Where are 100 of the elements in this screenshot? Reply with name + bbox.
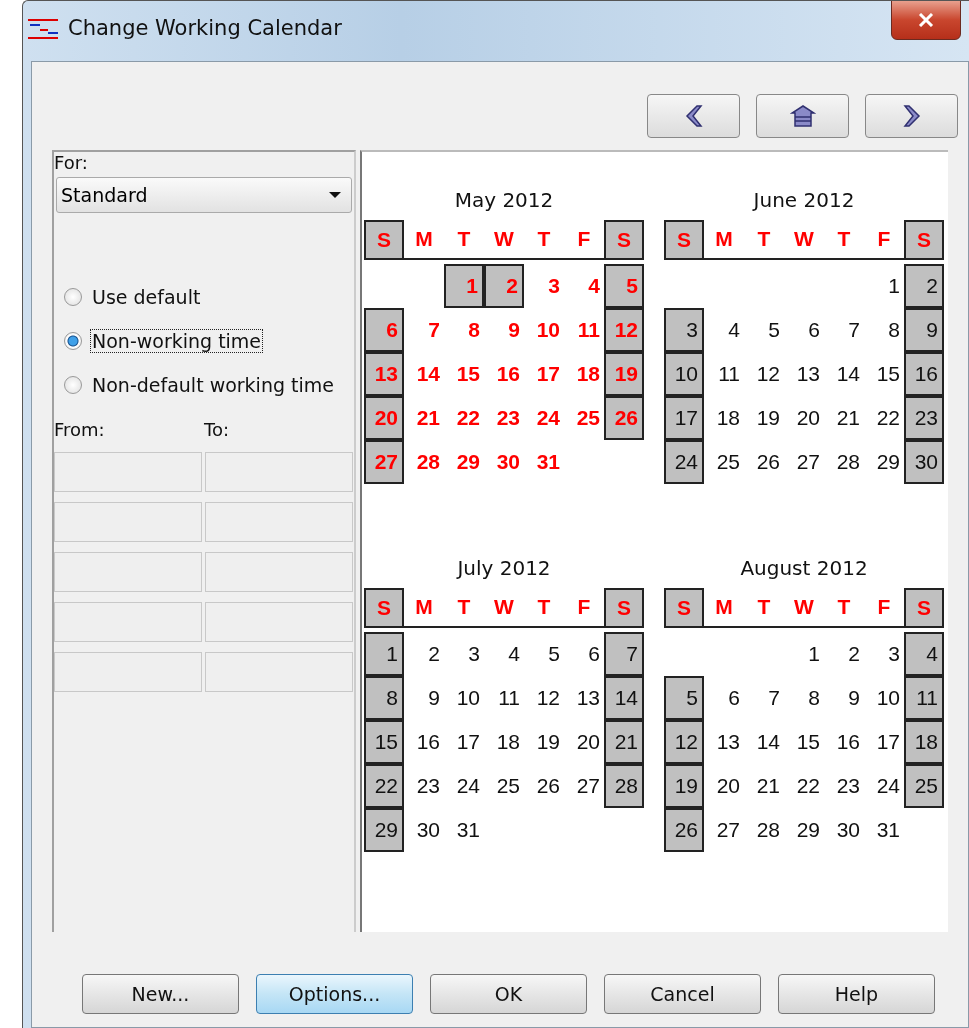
calendar-day[interactable]: 20 [564, 720, 604, 764]
calendar-day[interactable]: 25 [704, 440, 744, 484]
calendar-day[interactable]: 7 [824, 308, 864, 352]
calendar-day[interactable]: 28 [604, 764, 644, 808]
calendar-day[interactable]: 2 [904, 264, 944, 308]
calendar-day[interactable]: 21 [404, 396, 444, 440]
calendar-day[interactable]: 5 [664, 676, 704, 720]
calendar-day[interactable]: 12 [744, 352, 784, 396]
next-button[interactable] [865, 94, 958, 138]
calendar-day[interactable]: 2 [404, 632, 444, 676]
calendar-day[interactable]: 29 [784, 808, 824, 852]
calendar-day[interactable]: 3 [864, 632, 904, 676]
calendar-day[interactable]: 18 [484, 720, 524, 764]
home-button[interactable] [756, 94, 849, 138]
calendar-day[interactable]: 24 [524, 396, 564, 440]
calendar-day[interactable]: 14 [604, 676, 644, 720]
calendar-day[interactable]: 25 [564, 396, 604, 440]
calendar-day[interactable]: 17 [864, 720, 904, 764]
radio-label[interactable]: Non-default working time [90, 373, 336, 397]
calendar-day[interactable]: 21 [744, 764, 784, 808]
calendar-day[interactable]: 29 [364, 808, 404, 852]
calendar-day[interactable]: 11 [564, 308, 604, 352]
calendar-day[interactable]: 10 [524, 308, 564, 352]
calendar-day[interactable]: 3 [664, 308, 704, 352]
calendar-day[interactable]: 10 [664, 352, 704, 396]
radio-button[interactable] [64, 332, 82, 350]
calendar-day[interactable]: 17 [524, 352, 564, 396]
calendar-day[interactable]: 4 [904, 632, 944, 676]
calendar-day[interactable]: 19 [744, 396, 784, 440]
calendar-day[interactable]: 2 [824, 632, 864, 676]
calendar-day[interactable]: 13 [784, 352, 824, 396]
dialog-button[interactable]: Cancel [604, 974, 761, 1014]
calendar-day[interactable]: 28 [744, 808, 784, 852]
calendar-day[interactable]: 16 [904, 352, 944, 396]
radio-button[interactable] [64, 288, 82, 306]
calendar-day[interactable]: 25 [484, 764, 524, 808]
calendar-day[interactable]: 22 [444, 396, 484, 440]
calendar-day[interactable]: 30 [904, 440, 944, 484]
calendar-day[interactable]: 24 [444, 764, 484, 808]
calendar-day[interactable]: 16 [404, 720, 444, 764]
calendar-day[interactable]: 22 [364, 764, 404, 808]
dialog-button[interactable]: OK [430, 974, 587, 1014]
calendar-day[interactable]: 15 [864, 352, 904, 396]
calendar-day[interactable]: 21 [604, 720, 644, 764]
calendar-day[interactable]: 8 [784, 676, 824, 720]
calendar-day[interactable]: 20 [784, 396, 824, 440]
calendar-day[interactable]: 8 [864, 308, 904, 352]
calendar-day[interactable]: 26 [664, 808, 704, 852]
calendar-day[interactable]: 9 [904, 308, 944, 352]
calendar-dropdown[interactable]: Standard [56, 177, 352, 213]
calendar-day[interactable]: 10 [444, 676, 484, 720]
calendar-day[interactable]: 9 [824, 676, 864, 720]
calendar-day[interactable]: 30 [404, 808, 444, 852]
calendar-day[interactable]: 12 [524, 676, 564, 720]
calendar-day[interactable]: 25 [904, 764, 944, 808]
calendar-day[interactable]: 30 [824, 808, 864, 852]
calendar-day[interactable]: 19 [524, 720, 564, 764]
calendar-day[interactable]: 5 [744, 308, 784, 352]
calendar-day[interactable]: 18 [564, 352, 604, 396]
radio-label[interactable]: Use default [90, 285, 203, 309]
calendar-day[interactable]: 15 [444, 352, 484, 396]
calendar-day[interactable]: 14 [744, 720, 784, 764]
calendar-day[interactable]: 1 [864, 264, 904, 308]
calendar-day[interactable]: 17 [664, 396, 704, 440]
calendar-day[interactable]: 14 [824, 352, 864, 396]
calendar-day[interactable]: 15 [364, 720, 404, 764]
calendar-day[interactable]: 7 [604, 632, 644, 676]
calendar-day[interactable]: 12 [664, 720, 704, 764]
calendar-day[interactable]: 4 [484, 632, 524, 676]
calendar-day[interactable]: 26 [524, 764, 564, 808]
calendar-day[interactable]: 3 [524, 264, 564, 308]
calendar-day[interactable]: 15 [784, 720, 824, 764]
calendar-day[interactable]: 24 [664, 440, 704, 484]
calendar-day[interactable]: 13 [704, 720, 744, 764]
calendar-day[interactable]: 31 [864, 808, 904, 852]
calendar-day[interactable]: 11 [484, 676, 524, 720]
calendar-day[interactable]: 17 [444, 720, 484, 764]
calendar-day[interactable]: 23 [904, 396, 944, 440]
calendar-day[interactable]: 18 [904, 720, 944, 764]
calendar-day[interactable]: 24 [864, 764, 904, 808]
calendar-day[interactable]: 23 [484, 396, 524, 440]
calendar-day[interactable]: 1 [784, 632, 824, 676]
calendar-day[interactable]: 29 [444, 440, 484, 484]
calendar-day[interactable]: 10 [864, 676, 904, 720]
calendar-day[interactable]: 28 [404, 440, 444, 484]
dialog-button[interactable]: New... [82, 974, 239, 1014]
calendar-day[interactable]: 7 [404, 308, 444, 352]
calendar-day[interactable]: 28 [824, 440, 864, 484]
calendar-day[interactable]: 11 [904, 676, 944, 720]
calendar-day[interactable]: 11 [704, 352, 744, 396]
calendar-day[interactable]: 19 [664, 764, 704, 808]
calendar-day[interactable]: 7 [744, 676, 784, 720]
calendar-day[interactable]: 16 [824, 720, 864, 764]
calendar-day[interactable]: 31 [444, 808, 484, 852]
calendar-day[interactable]: 8 [364, 676, 404, 720]
calendar-day[interactable]: 22 [864, 396, 904, 440]
calendar-day[interactable]: 18 [704, 396, 744, 440]
calendar-day[interactable]: 8 [444, 308, 484, 352]
calendar-day[interactable]: 4 [704, 308, 744, 352]
calendar-day[interactable]: 27 [704, 808, 744, 852]
